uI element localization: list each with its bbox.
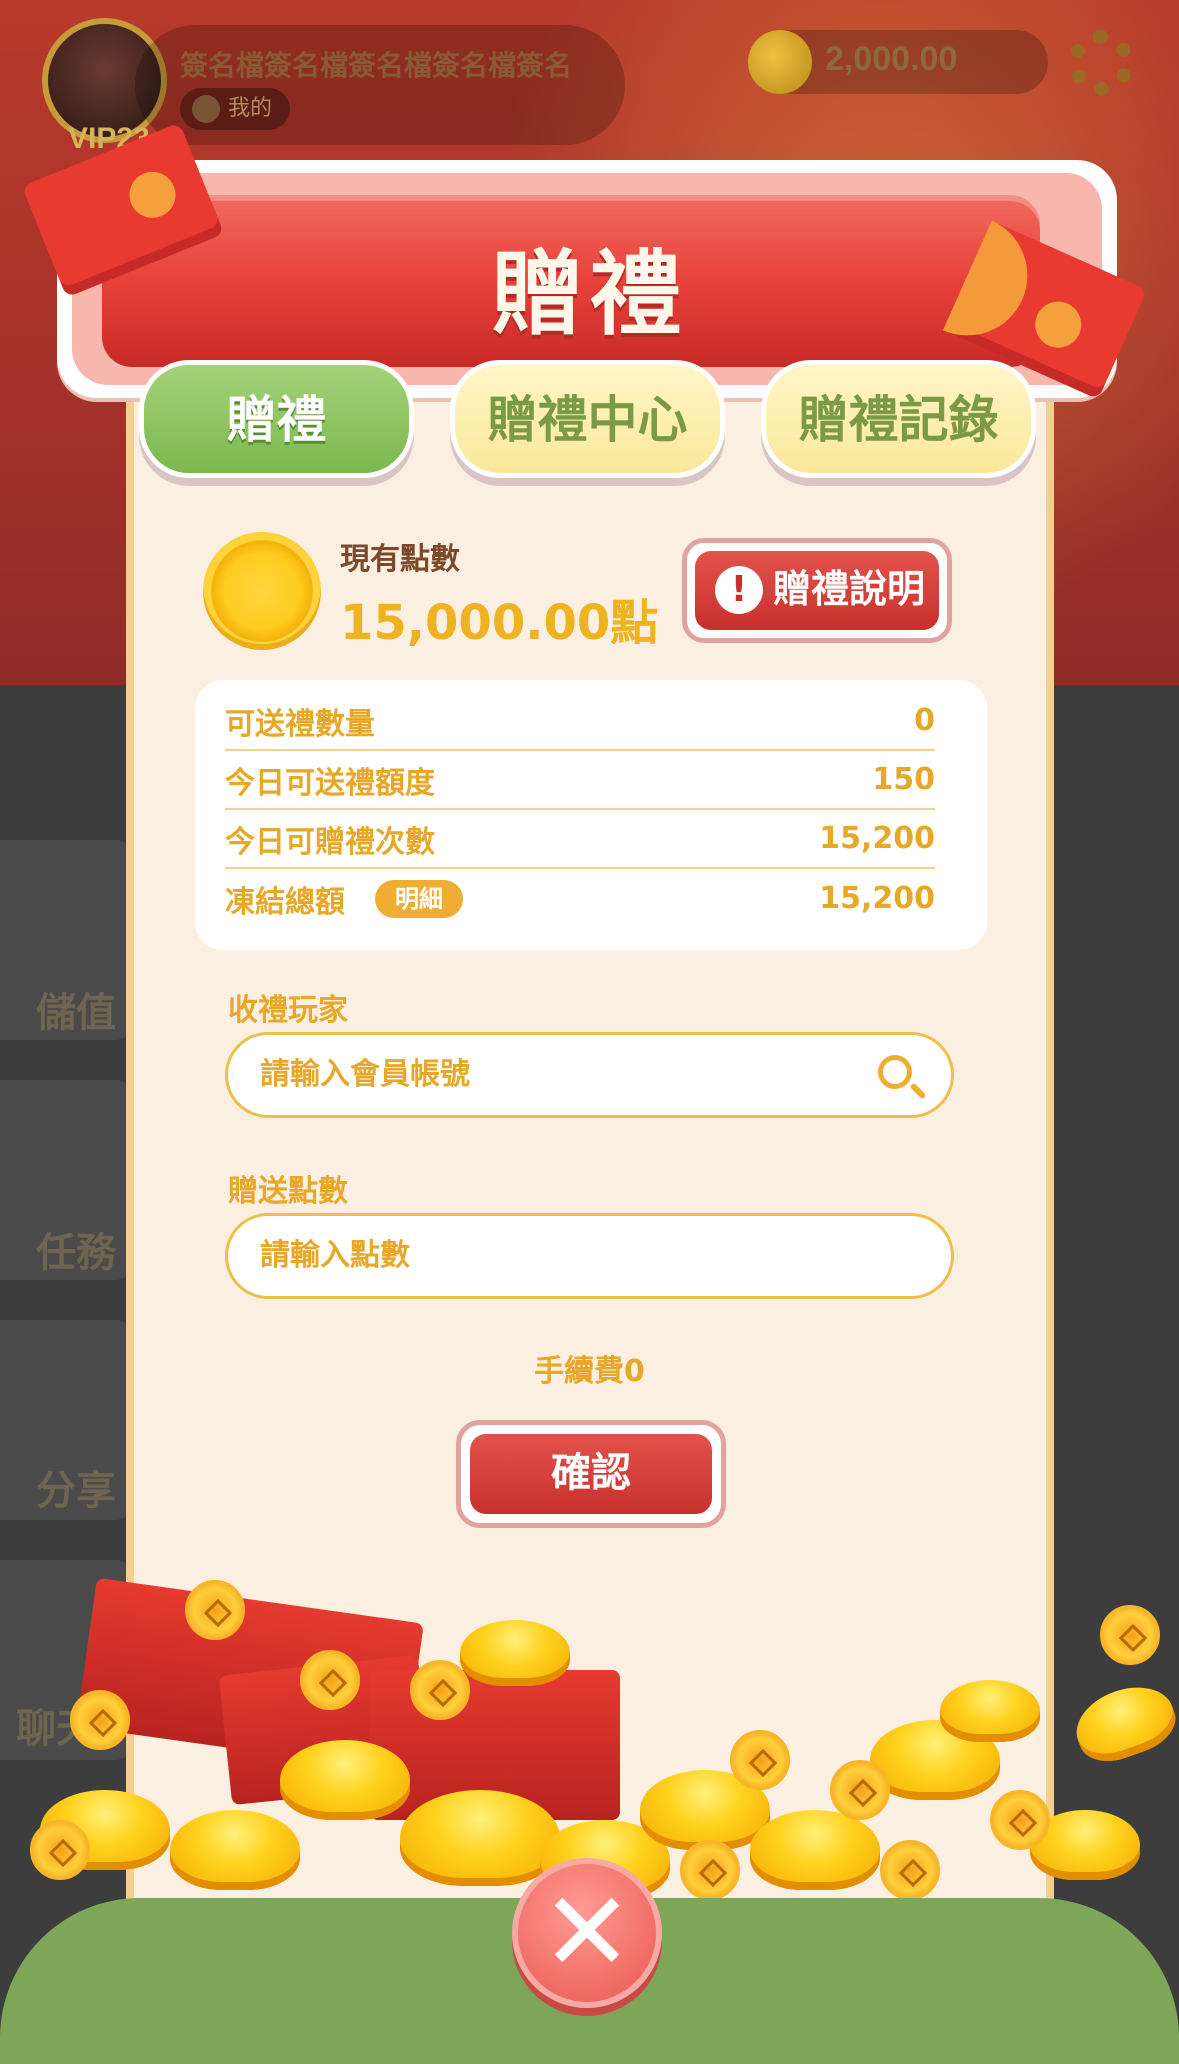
stat-label: 可送禮數量	[225, 706, 375, 742]
confirm-button[interactable]: 確認	[456, 1420, 726, 1528]
stat-label: 今日可贈禮次數	[225, 824, 435, 860]
frozen-total-label: 凍結總額	[225, 884, 345, 920]
tab-gift-records[interactable]: 贈禮記錄	[761, 360, 1036, 478]
side-menu-label: 任務	[36, 1230, 116, 1276]
gift-stats-card: 可送禮數量 0 今日可送禮額度 150 今日可贈禮次數 15,200 凍結總額 …	[195, 680, 987, 950]
amount-label: 贈送點數	[228, 1174, 348, 1209]
side-menu-label: 分享	[36, 1468, 116, 1514]
exclamation-icon: !	[715, 566, 763, 614]
stat-row: 今日可送禮額度 150	[225, 751, 935, 810]
coin-icon	[203, 532, 321, 650]
tab-gift-center[interactable]: 贈禮中心	[450, 360, 725, 478]
details-button[interactable]: 明細	[375, 879, 463, 918]
search-icon[interactable]	[878, 1055, 912, 1089]
close-icon: ✕	[540, 1868, 634, 1996]
points-label: 現有點數	[340, 542, 460, 577]
amount-input[interactable]: 請輸入點數	[225, 1213, 954, 1299]
fee-text: 手續費0	[534, 1354, 645, 1389]
stat-value: 0	[914, 703, 935, 738]
stat-row: 凍結總額 明細 15,200	[225, 869, 935, 928]
gift-info-button[interactable]: ! 贈禮說明	[682, 538, 952, 643]
my-button: 我的	[180, 88, 290, 130]
stat-row: 今日可贈禮次數 15,200	[225, 810, 935, 869]
stat-value: 150	[872, 762, 935, 797]
close-button[interactable]: ✕	[512, 1858, 662, 2008]
balance-value: 2,000.00	[825, 40, 958, 78]
tab-gift[interactable]: 贈禮	[139, 360, 414, 478]
stat-row: 可送禮數量 0	[225, 692, 935, 751]
gear-icon	[1068, 30, 1134, 96]
points-value: 15,000.00點	[340, 595, 659, 651]
stat-value: 15,200	[819, 821, 935, 856]
side-menu-label: 儲值	[36, 990, 116, 1036]
recipient-label: 收禮玩家	[228, 993, 348, 1028]
player-name: 簽名檔簽名檔簽名檔簽名檔簽名	[180, 49, 573, 82]
stat-label: 今日可送禮額度	[225, 765, 435, 801]
coin-icon	[748, 30, 812, 94]
confirm-button-label: 確認	[470, 1434, 712, 1514]
stat-value: 15,200	[819, 881, 935, 916]
recipient-input[interactable]: 請輸入會員帳號	[225, 1032, 954, 1118]
stat-label: 凍結總額 明細	[225, 877, 463, 921]
gift-info-button-label: ! 贈禮說明	[695, 551, 939, 630]
